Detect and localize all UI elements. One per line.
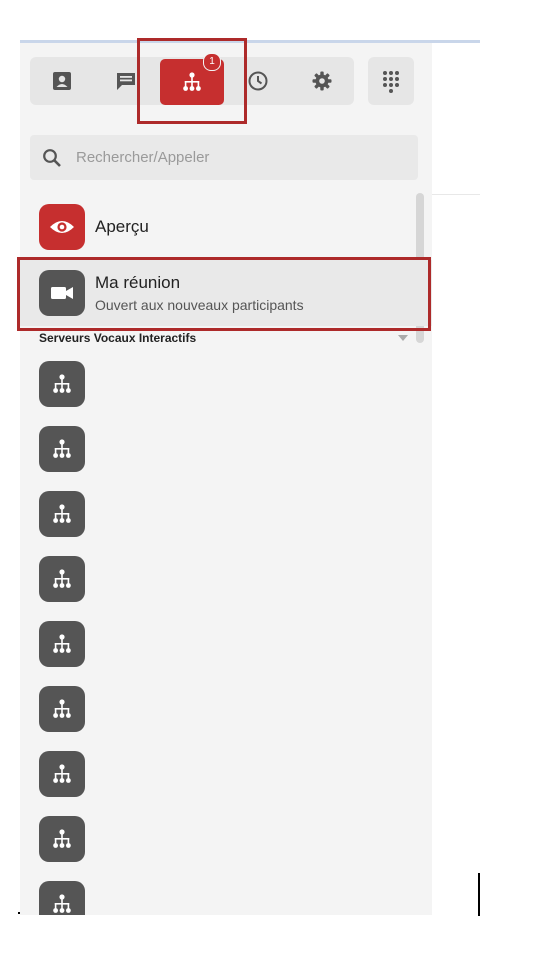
hierarchy-icon: [53, 829, 71, 848]
section-title: Serveurs Vocaux Interactifs: [39, 331, 197, 345]
gear-icon: [312, 71, 332, 91]
tab-contacts[interactable]: [30, 57, 94, 105]
clock-icon: [248, 71, 268, 91]
ivr-item[interactable]: [39, 491, 85, 537]
chat-icon: [117, 73, 135, 90]
preview-item[interactable]: Aperçu: [20, 204, 432, 250]
hierarchy-icon: [53, 504, 71, 523]
ivr-item[interactable]: [39, 816, 85, 862]
eye-icon: [50, 221, 74, 233]
hierarchy-icon: [53, 894, 71, 913]
hierarchy-icon: [53, 764, 71, 783]
ivr-item[interactable]: [39, 751, 85, 797]
highlight-box-meeting: [17, 257, 431, 331]
collapse-caret-icon[interactable]: [398, 335, 408, 341]
hierarchy-icon: [53, 374, 71, 393]
hierarchy-icon: [53, 634, 71, 653]
contact-card-icon: [53, 72, 71, 90]
highlight-box-tab: [137, 38, 247, 124]
ivr-item[interactable]: [39, 361, 85, 407]
hierarchy-icon: [53, 439, 71, 458]
ivr-item[interactable]: [39, 686, 85, 732]
preview-avatar: [39, 204, 85, 250]
search-icon: [42, 148, 62, 168]
search-bar[interactable]: [30, 135, 418, 180]
ivr-item[interactable]: [39, 881, 85, 915]
ivr-item[interactable]: [39, 556, 85, 602]
preview-title: Aperçu: [95, 217, 149, 236]
tab-settings[interactable]: [290, 57, 354, 105]
ivr-item[interactable]: [39, 426, 85, 472]
ivr-item[interactable]: [39, 621, 85, 667]
divider: [432, 194, 480, 195]
side-panel: 1 Rechercher/Appeler Aperçu Ma réunion O…: [20, 43, 432, 915]
hierarchy-icon: [53, 569, 71, 588]
dialpad-button[interactable]: [368, 57, 414, 105]
hierarchy-icon: [53, 699, 71, 718]
text-cursor: [478, 873, 480, 916]
corner-mark: [18, 912, 20, 914]
search-input[interactable]: [74, 148, 378, 167]
dialpad-icon: [383, 71, 399, 93]
